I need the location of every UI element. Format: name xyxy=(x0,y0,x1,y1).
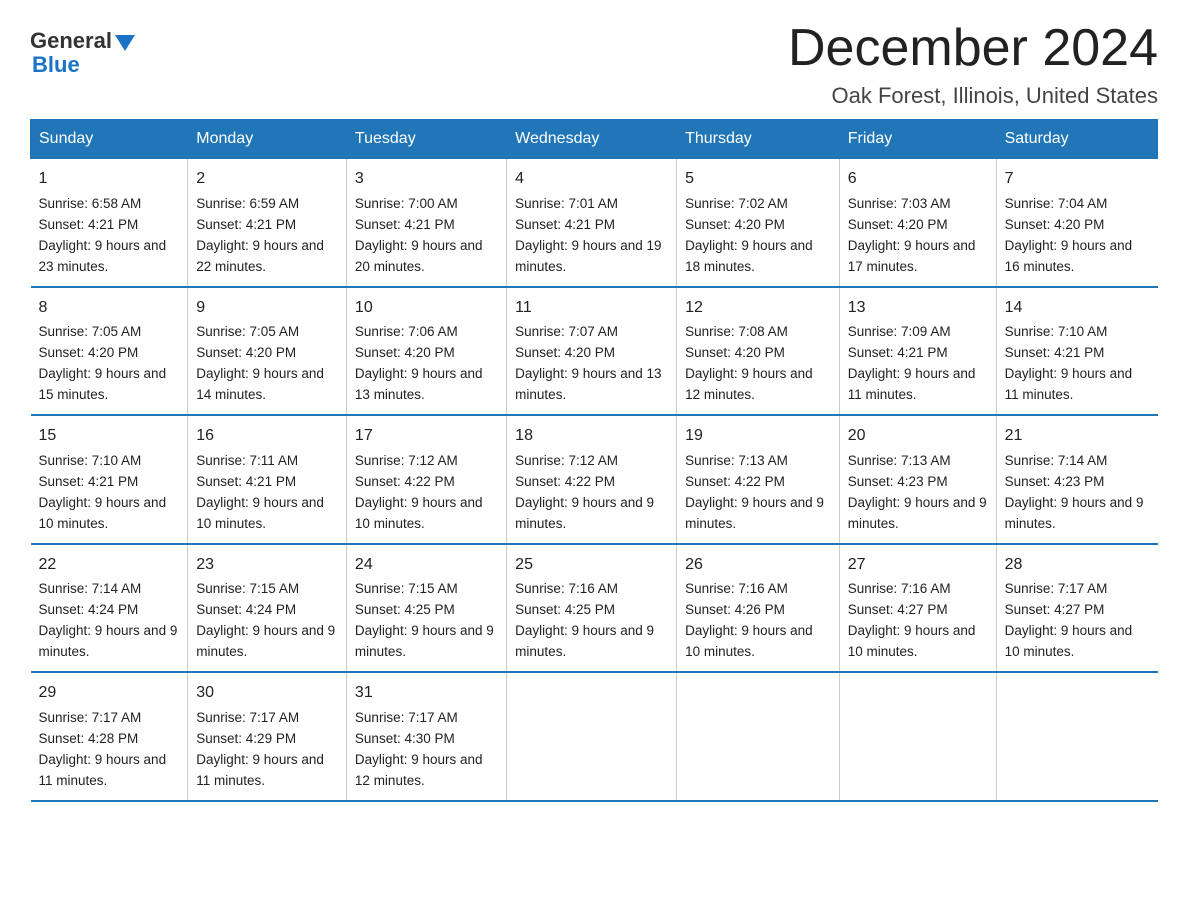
logo: General Blue xyxy=(30,28,135,78)
day-number: 14 xyxy=(1005,296,1150,321)
calendar-cell: 2Sunrise: 6:59 AMSunset: 4:21 PMDaylight… xyxy=(188,159,347,287)
page-header: General Blue December 2024 Oak Forest, I… xyxy=(30,20,1158,109)
weekday-header-row: SundayMondayTuesdayWednesdayThursdayFrid… xyxy=(31,120,1158,159)
calendar-cell: 25Sunrise: 7:16 AMSunset: 4:25 PMDayligh… xyxy=(507,544,677,672)
day-number: 24 xyxy=(355,553,498,578)
calendar-cell xyxy=(677,672,840,800)
calendar-cell: 11Sunrise: 7:07 AMSunset: 4:20 PMDayligh… xyxy=(507,287,677,415)
day-number: 31 xyxy=(355,681,498,706)
calendar-cell: 14Sunrise: 7:10 AMSunset: 4:21 PMDayligh… xyxy=(996,287,1157,415)
calendar-cell: 26Sunrise: 7:16 AMSunset: 4:26 PMDayligh… xyxy=(677,544,840,672)
day-number: 27 xyxy=(848,553,988,578)
weekday-header-sunday: Sunday xyxy=(31,120,188,159)
day-number: 22 xyxy=(39,553,180,578)
calendar-cell: 7Sunrise: 7:04 AMSunset: 4:20 PMDaylight… xyxy=(996,159,1157,287)
calendar-cell: 23Sunrise: 7:15 AMSunset: 4:24 PMDayligh… xyxy=(188,544,347,672)
weekday-header-tuesday: Tuesday xyxy=(346,120,506,159)
title-block: December 2024 Oak Forest, Illinois, Unit… xyxy=(788,20,1158,109)
calendar-cell: 31Sunrise: 7:17 AMSunset: 4:30 PMDayligh… xyxy=(346,672,506,800)
weekday-header-thursday: Thursday xyxy=(677,120,840,159)
day-number: 21 xyxy=(1005,424,1150,449)
calendar-cell: 17Sunrise: 7:12 AMSunset: 4:22 PMDayligh… xyxy=(346,415,506,543)
day-number: 12 xyxy=(685,296,831,321)
day-number: 1 xyxy=(39,167,180,192)
logo-arrow-icon xyxy=(115,35,135,51)
calendar-cell: 1Sunrise: 6:58 AMSunset: 4:21 PMDaylight… xyxy=(31,159,188,287)
calendar-cell: 18Sunrise: 7:12 AMSunset: 4:22 PMDayligh… xyxy=(507,415,677,543)
day-number: 8 xyxy=(39,296,180,321)
page-subtitle: Oak Forest, Illinois, United States xyxy=(788,83,1158,109)
weekday-header-wednesday: Wednesday xyxy=(507,120,677,159)
day-number: 13 xyxy=(848,296,988,321)
day-number: 6 xyxy=(848,167,988,192)
day-number: 28 xyxy=(1005,553,1150,578)
calendar-cell: 13Sunrise: 7:09 AMSunset: 4:21 PMDayligh… xyxy=(839,287,996,415)
weekday-header-saturday: Saturday xyxy=(996,120,1157,159)
weekday-header-monday: Monday xyxy=(188,120,347,159)
calendar-cell: 30Sunrise: 7:17 AMSunset: 4:29 PMDayligh… xyxy=(188,672,347,800)
calendar-cell: 19Sunrise: 7:13 AMSunset: 4:22 PMDayligh… xyxy=(677,415,840,543)
calendar-cell: 29Sunrise: 7:17 AMSunset: 4:28 PMDayligh… xyxy=(31,672,188,800)
page-title: December 2024 xyxy=(788,20,1158,77)
calendar-cell: 15Sunrise: 7:10 AMSunset: 4:21 PMDayligh… xyxy=(31,415,188,543)
calendar-cell xyxy=(839,672,996,800)
calendar-week-row: 29Sunrise: 7:17 AMSunset: 4:28 PMDayligh… xyxy=(31,672,1158,800)
calendar-cell: 12Sunrise: 7:08 AMSunset: 4:20 PMDayligh… xyxy=(677,287,840,415)
calendar-cell: 6Sunrise: 7:03 AMSunset: 4:20 PMDaylight… xyxy=(839,159,996,287)
day-number: 30 xyxy=(196,681,338,706)
day-number: 10 xyxy=(355,296,498,321)
calendar-cell: 9Sunrise: 7:05 AMSunset: 4:20 PMDaylight… xyxy=(188,287,347,415)
day-number: 5 xyxy=(685,167,831,192)
calendar-cell xyxy=(507,672,677,800)
day-number: 29 xyxy=(39,681,180,706)
calendar-cell: 28Sunrise: 7:17 AMSunset: 4:27 PMDayligh… xyxy=(996,544,1157,672)
calendar-week-row: 22Sunrise: 7:14 AMSunset: 4:24 PMDayligh… xyxy=(31,544,1158,672)
calendar-week-row: 1Sunrise: 6:58 AMSunset: 4:21 PMDaylight… xyxy=(31,159,1158,287)
day-number: 23 xyxy=(196,553,338,578)
day-number: 11 xyxy=(515,296,668,321)
calendar-cell: 22Sunrise: 7:14 AMSunset: 4:24 PMDayligh… xyxy=(31,544,188,672)
day-number: 3 xyxy=(355,167,498,192)
calendar-table: SundayMondayTuesdayWednesdayThursdayFrid… xyxy=(30,119,1158,801)
day-number: 9 xyxy=(196,296,338,321)
day-number: 17 xyxy=(355,424,498,449)
weekday-header-friday: Friday xyxy=(839,120,996,159)
calendar-cell: 20Sunrise: 7:13 AMSunset: 4:23 PMDayligh… xyxy=(839,415,996,543)
calendar-cell: 27Sunrise: 7:16 AMSunset: 4:27 PMDayligh… xyxy=(839,544,996,672)
calendar-week-row: 15Sunrise: 7:10 AMSunset: 4:21 PMDayligh… xyxy=(31,415,1158,543)
day-number: 20 xyxy=(848,424,988,449)
calendar-cell: 24Sunrise: 7:15 AMSunset: 4:25 PMDayligh… xyxy=(346,544,506,672)
calendar-cell: 4Sunrise: 7:01 AMSunset: 4:21 PMDaylight… xyxy=(507,159,677,287)
logo-blue-text: Blue xyxy=(32,52,80,78)
calendar-cell: 5Sunrise: 7:02 AMSunset: 4:20 PMDaylight… xyxy=(677,159,840,287)
day-number: 2 xyxy=(196,167,338,192)
calendar-cell: 8Sunrise: 7:05 AMSunset: 4:20 PMDaylight… xyxy=(31,287,188,415)
calendar-cell: 16Sunrise: 7:11 AMSunset: 4:21 PMDayligh… xyxy=(188,415,347,543)
calendar-cell: 21Sunrise: 7:14 AMSunset: 4:23 PMDayligh… xyxy=(996,415,1157,543)
calendar-cell xyxy=(996,672,1157,800)
day-number: 7 xyxy=(1005,167,1150,192)
day-number: 16 xyxy=(196,424,338,449)
day-number: 19 xyxy=(685,424,831,449)
day-number: 4 xyxy=(515,167,668,192)
calendar-cell: 3Sunrise: 7:00 AMSunset: 4:21 PMDaylight… xyxy=(346,159,506,287)
day-number: 25 xyxy=(515,553,668,578)
calendar-cell: 10Sunrise: 7:06 AMSunset: 4:20 PMDayligh… xyxy=(346,287,506,415)
day-number: 26 xyxy=(685,553,831,578)
day-number: 18 xyxy=(515,424,668,449)
day-number: 15 xyxy=(39,424,180,449)
calendar-week-row: 8Sunrise: 7:05 AMSunset: 4:20 PMDaylight… xyxy=(31,287,1158,415)
logo-general-text: General xyxy=(30,28,112,54)
